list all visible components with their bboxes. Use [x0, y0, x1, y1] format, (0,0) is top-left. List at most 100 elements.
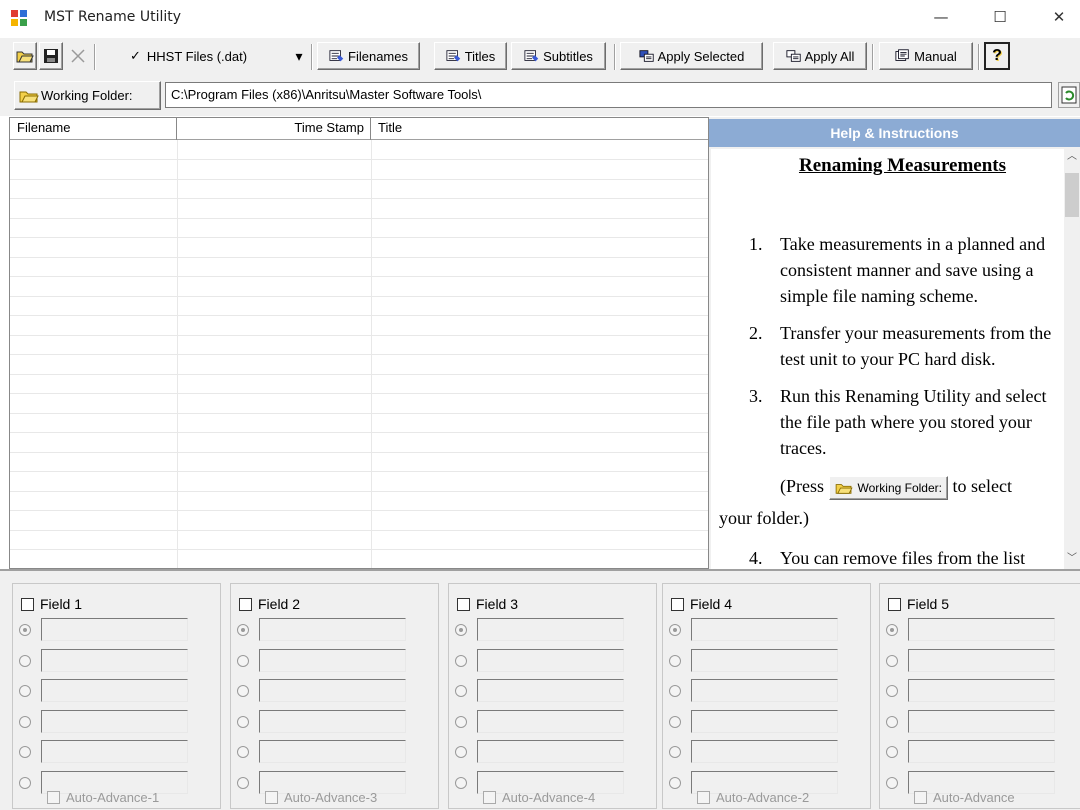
scroll-down-icon[interactable]: ﹀	[1064, 551, 1080, 567]
field-option-radio[interactable]	[19, 746, 31, 758]
field-option-radio[interactable]	[237, 654, 249, 667]
field-option-input[interactable]	[41, 648, 188, 672]
field-option-input[interactable]	[908, 648, 1055, 672]
field-option-radio[interactable]	[455, 624, 467, 636]
field-option-radio[interactable]	[455, 715, 467, 728]
table-row[interactable]	[10, 276, 708, 277]
table-row[interactable]	[10, 217, 708, 219]
file-type-dropdown[interactable]: ▾	[289, 42, 309, 70]
field-option-input[interactable]	[477, 648, 624, 672]
field-option-radio[interactable]	[669, 624, 681, 636]
table-row[interactable]	[10, 237, 708, 238]
field-option-input[interactable]	[41, 679, 188, 702]
field-checkbox[interactable]: Field 5	[888, 596, 949, 612]
field-option-radio[interactable]	[455, 685, 467, 697]
save-button[interactable]	[39, 42, 63, 70]
field-option-input[interactable]	[908, 618, 1055, 641]
checkbox-icon[interactable]	[21, 597, 34, 611]
field-option-radio[interactable]	[19, 685, 31, 697]
checkbox-icon[interactable]	[239, 597, 252, 611]
checkbox-icon[interactable]	[697, 791, 710, 804]
table-row[interactable]	[10, 451, 708, 453]
delete-button[interactable]	[66, 42, 90, 70]
field-option-radio[interactable]	[237, 685, 249, 697]
table-row[interactable]	[10, 178, 708, 180]
field-option-radio[interactable]	[19, 624, 31, 636]
field-option-radio[interactable]	[237, 715, 249, 728]
field-option-radio[interactable]	[669, 654, 681, 667]
field-option-radio[interactable]	[237, 746, 249, 758]
field-option-input[interactable]	[41, 618, 188, 641]
field-option-input[interactable]	[908, 740, 1055, 763]
field-option-radio[interactable]	[19, 715, 31, 728]
field-option-radio[interactable]	[886, 776, 898, 789]
scroll-up-icon[interactable]: ︿	[1064, 149, 1080, 165]
field-option-input[interactable]	[259, 618, 406, 641]
table-row[interactable]	[10, 354, 708, 355]
field-checkbox[interactable]: Field 4	[671, 596, 732, 612]
open-button[interactable]	[13, 42, 37, 70]
field-option-input[interactable]	[259, 648, 406, 672]
table-row[interactable]	[10, 256, 708, 258]
field-option-input[interactable]	[259, 679, 406, 702]
table-row[interactable]	[10, 159, 708, 160]
table-row[interactable]	[10, 529, 708, 531]
field-option-input[interactable]	[477, 618, 624, 641]
field-option-radio[interactable]	[669, 746, 681, 758]
field-option-radio[interactable]	[237, 776, 249, 789]
auto-advance-checkbox[interactable]: Auto-Advance	[914, 790, 1015, 805]
field-option-radio[interactable]	[886, 715, 898, 728]
table-row[interactable]	[10, 295, 708, 297]
field-option-radio[interactable]	[669, 685, 681, 697]
minimize-button[interactable]: —	[918, 0, 964, 36]
field-option-input[interactable]	[691, 740, 838, 763]
checkbox-icon[interactable]	[888, 597, 901, 611]
field-option-input[interactable]	[41, 740, 188, 763]
checkbox-icon[interactable]	[914, 791, 927, 804]
checkbox-icon[interactable]	[47, 791, 60, 804]
field-checkbox[interactable]: Field 1	[21, 596, 82, 612]
field-option-input[interactable]	[477, 679, 624, 702]
refresh-button[interactable]	[1058, 82, 1080, 108]
titles-button[interactable]: Titles	[434, 42, 507, 70]
field-option-input[interactable]	[691, 679, 838, 702]
field-option-radio[interactable]	[669, 776, 681, 789]
table-row[interactable]	[10, 334, 708, 336]
field-option-input[interactable]	[259, 709, 406, 733]
scroll-thumb[interactable]	[1065, 173, 1079, 217]
auto-advance-checkbox[interactable]: Auto-Advance-3	[265, 790, 377, 805]
file-list[interactable]: Filename Time Stamp Title	[9, 117, 709, 569]
checkbox-icon[interactable]	[671, 597, 684, 611]
field-option-input[interactable]	[691, 709, 838, 733]
field-checkbox[interactable]: Field 2	[239, 596, 300, 612]
table-row[interactable]	[10, 549, 708, 550]
field-option-radio[interactable]	[237, 624, 249, 636]
filenames-button[interactable]: Filenames	[317, 42, 420, 70]
field-option-radio[interactable]	[455, 654, 467, 667]
field-option-radio[interactable]	[669, 715, 681, 728]
field-option-input[interactable]	[477, 709, 624, 733]
column-title[interactable]: Title	[371, 118, 708, 140]
table-row[interactable]	[10, 490, 708, 492]
table-row[interactable]	[10, 471, 708, 472]
table-row[interactable]	[10, 432, 708, 433]
field-option-radio[interactable]	[455, 776, 467, 789]
working-folder-path[interactable]: C:\Program Files (x86)\Anritsu\Master So…	[165, 82, 1052, 108]
close-button[interactable]: ✕	[1036, 0, 1080, 36]
checkbox-icon[interactable]	[483, 791, 496, 804]
apply-all-button[interactable]: Apply All	[773, 42, 867, 70]
field-option-input[interactable]	[691, 648, 838, 672]
file-type-filter[interactable]: ✓ HHST Files (.dat)	[99, 42, 295, 70]
auto-advance-checkbox[interactable]: Auto-Advance-2	[697, 790, 809, 805]
field-option-input[interactable]	[477, 740, 624, 763]
apply-selected-button[interactable]: Apply Selected	[620, 42, 763, 70]
table-row[interactable]	[10, 315, 708, 316]
checkbox-icon[interactable]	[457, 597, 470, 611]
column-time-stamp[interactable]: Time Stamp	[177, 118, 371, 140]
table-row[interactable]	[10, 198, 708, 199]
auto-advance-checkbox[interactable]: Auto-Advance-1	[47, 790, 159, 805]
field-checkbox[interactable]: Field 3	[457, 596, 518, 612]
field-option-input[interactable]	[691, 618, 838, 641]
field-option-radio[interactable]	[886, 654, 898, 667]
column-filename[interactable]: Filename	[10, 118, 177, 140]
